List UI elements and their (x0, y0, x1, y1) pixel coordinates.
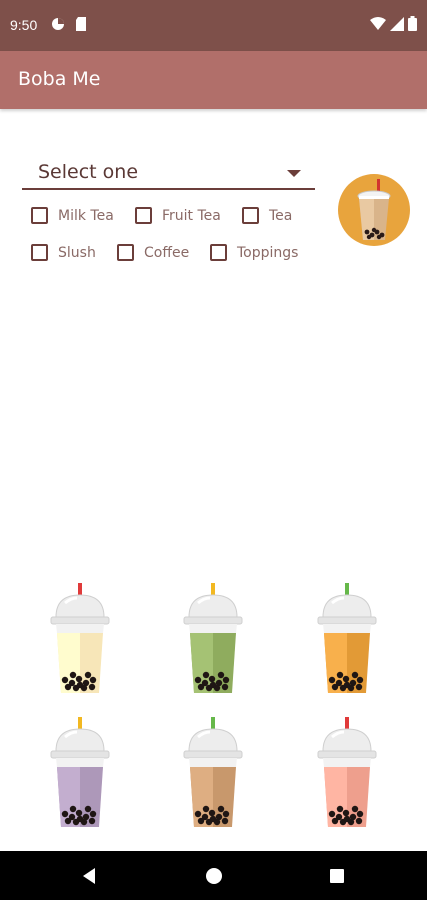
drink-item-1[interactable] (178, 581, 248, 696)
boba-cup-icon (357, 179, 391, 240)
cell-signal-icon (390, 16, 404, 31)
status-left-icons (51, 17, 87, 31)
status-time: 9:50 (10, 17, 38, 33)
boba-cup-icon (183, 717, 243, 827)
recents-icon[interactable] (325, 864, 349, 888)
app-title: Boba Me (18, 68, 101, 90)
sd-card-icon (76, 17, 86, 31)
category-dropdown[interactable]: Select one (22, 156, 315, 190)
checkbox-box[interactable] (31, 244, 48, 261)
home-icon[interactable] (202, 864, 226, 888)
status-right-icons (370, 16, 417, 31)
checkbox-box[interactable] (31, 207, 48, 224)
boba-cup-icon (50, 583, 110, 693)
checkbox-tea[interactable]: Tea (242, 207, 292, 224)
drink-item-3[interactable] (45, 715, 115, 830)
checkbox-label: Slush (58, 244, 96, 261)
checkbox-fruit-tea[interactable]: Fruit Tea (135, 207, 221, 224)
back-icon[interactable] (78, 864, 102, 888)
drink-item-0[interactable] (45, 581, 115, 696)
battery-icon (408, 16, 417, 31)
drink-item-4[interactable] (178, 715, 248, 830)
checkbox-toppings[interactable]: Toppings (210, 244, 298, 261)
checkbox-box[interactable] (117, 244, 134, 261)
checkbox-slush[interactable]: Slush (31, 244, 96, 261)
boba-cup-icon (183, 583, 243, 693)
logo-avatar (338, 174, 410, 246)
nav-bar (0, 851, 427, 900)
app-bar: Boba Me (0, 51, 427, 109)
status-bar: 9:50 (0, 0, 427, 51)
checkbox-label: Fruit Tea (162, 207, 221, 224)
checkbox-box[interactable] (210, 244, 227, 261)
checkbox-coffee[interactable]: Coffee (117, 244, 189, 261)
checkbox-label: Milk Tea (58, 207, 114, 224)
checkbox-label: Tea (269, 207, 293, 224)
boba-cup-icon (317, 583, 377, 693)
drink-item-5[interactable] (312, 715, 382, 830)
checkbox-label: Toppings (237, 244, 299, 261)
boba-cup-icon (317, 717, 377, 827)
data-saver-icon (52, 18, 64, 30)
checkbox-box[interactable] (242, 207, 259, 224)
dropdown-label: Select one (38, 161, 139, 183)
checkbox-label: Coffee (144, 244, 190, 261)
dropdown-arrow-icon (287, 170, 301, 177)
checkbox-box[interactable] (135, 207, 152, 224)
checkbox-milk-tea[interactable]: Milk Tea (31, 207, 114, 224)
wifi-icon (370, 16, 386, 30)
boba-cup-icon (50, 717, 110, 827)
drink-item-2[interactable] (312, 581, 382, 696)
